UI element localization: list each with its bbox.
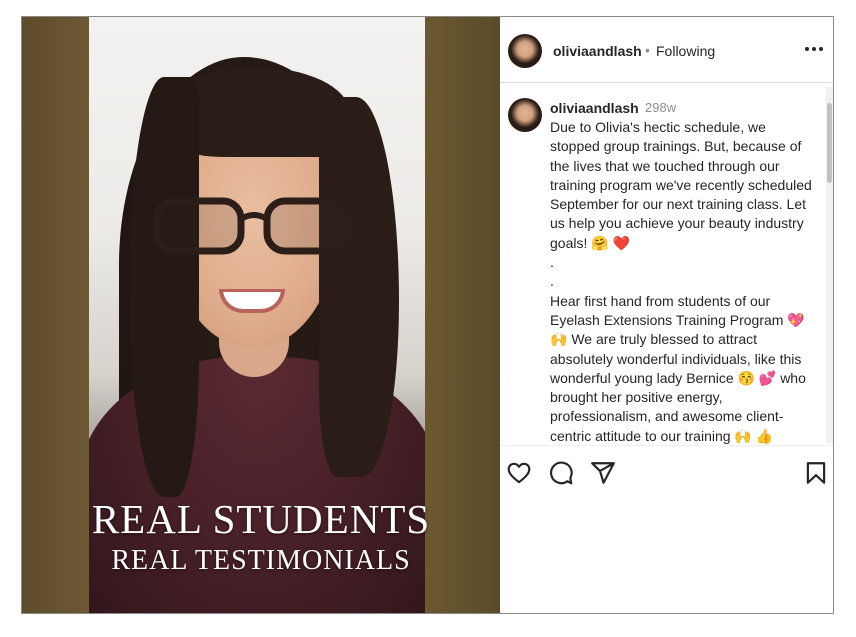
comments-scroll-thumb[interactable]: [827, 103, 832, 183]
caption-timestamp[interactable]: 298w: [645, 100, 676, 115]
post-caption: Due to Olivia's hectic schedule, we stop…: [550, 119, 812, 444]
caption-username[interactable]: oliviaandlash: [550, 100, 639, 116]
post-actions: [500, 445, 833, 489]
post-header: oliviaandlash • Following: [500, 17, 833, 83]
avatar[interactable]: [508, 34, 542, 68]
video-figure-hair-right: [319, 97, 399, 477]
video-overlay-title: REAL STUDENTS: [91, 496, 431, 542]
glasses-graphic: [153, 197, 355, 255]
following-button[interactable]: Following: [656, 43, 715, 59]
comment-icon[interactable]: [548, 460, 574, 486]
caption-avatar[interactable]: [508, 98, 542, 132]
header-separator: •: [645, 42, 650, 58]
comments-section[interactable]: oliviaandlash 298w Due to Olivia's hecti…: [500, 84, 833, 444]
video-overlay-subtitle: REAL TESTIMONIALS: [111, 545, 411, 576]
post-sidebar: oliviaandlash • Following oliviaandlash …: [500, 17, 833, 613]
post-dialog: REAL STUDENTS REAL TESTIMONIALS oliviaan…: [21, 16, 834, 614]
send-icon[interactable]: [590, 460, 616, 486]
video-figure-hair-left: [129, 77, 199, 497]
header-username[interactable]: oliviaandlash: [553, 43, 642, 59]
post-media[interactable]: REAL STUDENTS REAL TESTIMONIALS: [22, 17, 500, 613]
more-horizontal-icon[interactable]: [804, 41, 824, 57]
heart-icon[interactable]: [506, 460, 532, 486]
bookmark-icon[interactable]: [803, 460, 829, 486]
